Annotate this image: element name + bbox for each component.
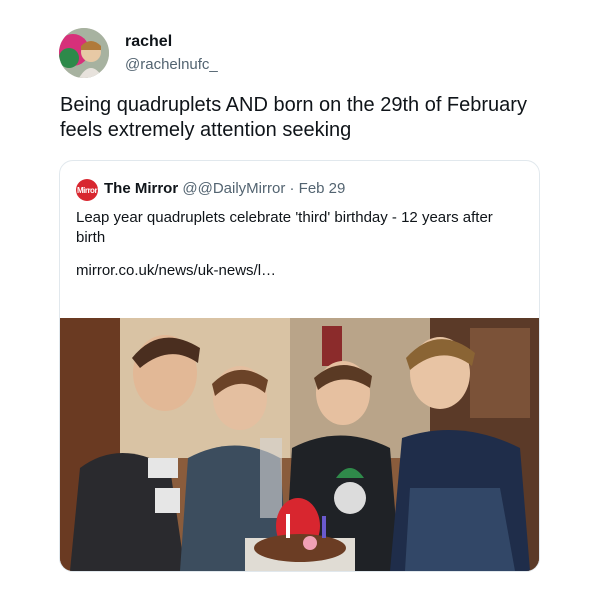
quadruplets-photo [60,318,539,571]
article-photo[interactable] [60,318,539,571]
separator-dot: · [289,180,295,197]
mirror-logo-icon: Mirror [76,179,98,201]
quoted-author-name[interactable]: The Mirror [104,180,178,197]
avatar-photo [59,28,109,78]
author-name[interactable]: rachel [125,33,172,51]
author-handle[interactable]: @rachelnufc_ [125,56,218,73]
quoted-tweet-card[interactable]: Mirror The Mirror @@DailyMirror · Feb 29… [59,160,540,572]
article-link[interactable]: mirror.co.uk/news/uk-news/l… [76,262,276,279]
quoted-author-handle[interactable]: @@DailyMirror [182,180,285,197]
quoted-date[interactable]: Feb 29 [299,180,346,197]
quoted-tweet-text: Leap year quadruplets celebrate 'third' … [76,209,493,246]
tweet-text: Being quadruplets AND born on the 29th o… [60,94,527,141]
tweet: rachel @rachelnufc_ Being quadruplets AN… [0,0,599,599]
avatar[interactable] [59,28,109,78]
quoted-tweet-header: The Mirror @@DailyMirror · Feb 29 [104,180,345,197]
